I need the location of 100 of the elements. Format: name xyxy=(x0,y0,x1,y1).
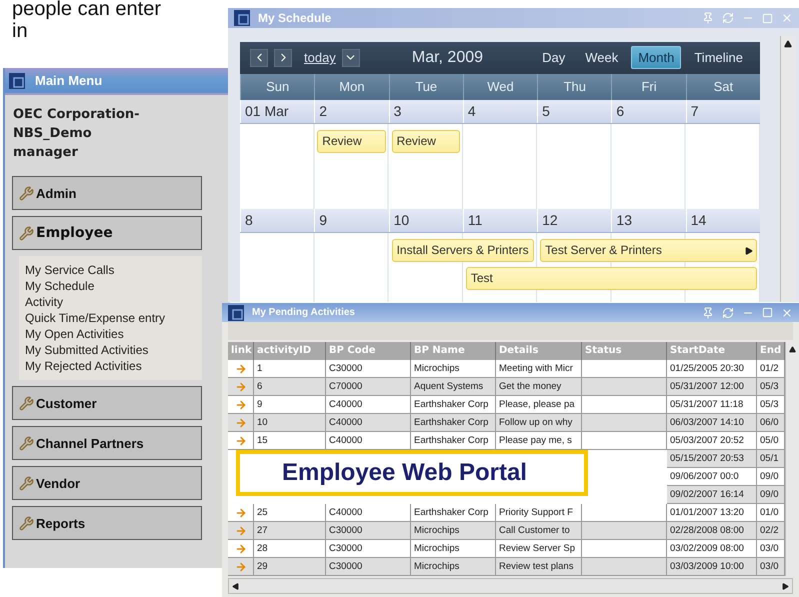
horizontal-scrollbar[interactable] xyxy=(228,578,793,594)
calendar-event[interactable]: Test Server & Printers xyxy=(540,238,757,262)
view-tab[interactable]: Week xyxy=(578,46,626,70)
day-number: 11 xyxy=(462,208,538,232)
logo-icon xyxy=(9,72,25,88)
view-tab[interactable]: Day xyxy=(535,46,572,70)
menu-section-button[interactable]: Reports xyxy=(12,506,202,540)
logo-icon xyxy=(234,10,250,26)
link-cell[interactable] xyxy=(228,504,254,522)
window-title: My Pending Activities xyxy=(252,307,356,318)
vertical-scrollbar[interactable] xyxy=(780,36,795,302)
pin-icon[interactable] xyxy=(702,12,714,24)
arrow-icon[interactable] xyxy=(234,362,246,374)
scroll-up-icon xyxy=(784,40,792,48)
menu-section-button[interactable]: Employee xyxy=(12,216,202,250)
day-number: 2 xyxy=(314,100,389,123)
table-cell: Please pay me, s xyxy=(496,432,582,450)
day-number: 4 xyxy=(462,100,538,123)
link-cell[interactable] xyxy=(228,432,254,450)
table-cell: C70000 xyxy=(326,378,411,396)
caption-text: people can enter xyxy=(12,0,162,20)
day-number: 01 Mar xyxy=(240,100,314,123)
arrow-icon[interactable] xyxy=(234,506,246,518)
menu-title: Main Menu xyxy=(35,73,102,88)
arrow-icon[interactable] xyxy=(234,416,246,428)
table-cell: 05/3 xyxy=(757,396,785,414)
account-text: manager xyxy=(13,144,79,162)
calendar-event[interactable]: Review xyxy=(317,130,386,153)
table-cell: Earthshaker Corp xyxy=(411,432,496,450)
refresh-icon[interactable] xyxy=(722,12,734,24)
table-cell: 15 xyxy=(254,432,326,450)
menu-section-button[interactable]: Channel Partners xyxy=(12,426,202,460)
table-cell: Please, please pa xyxy=(496,396,582,414)
day-number: 13 xyxy=(611,208,686,232)
table-cell: Meeting with Micr xyxy=(496,360,582,378)
submenu-item[interactable]: My Service Calls xyxy=(25,262,196,278)
dropdown-button[interactable] xyxy=(342,48,360,67)
submenu-item[interactable]: Quick Time/Expense entry xyxy=(25,310,196,326)
calendar-event[interactable]: Install Servers & Printers xyxy=(392,238,534,262)
maximize-icon[interactable] xyxy=(762,12,773,24)
table-cell: Microchips xyxy=(411,522,496,540)
arrow-icon[interactable] xyxy=(234,542,246,554)
table-cell: 03/0 xyxy=(757,558,785,576)
menu-section-button[interactable]: Admin xyxy=(12,176,202,210)
logo-icon xyxy=(228,304,244,320)
link-cell[interactable] xyxy=(228,558,254,576)
submenu-item[interactable]: Activity xyxy=(25,294,196,310)
table-cell: 09/0 xyxy=(757,468,785,486)
link-cell[interactable] xyxy=(228,522,254,540)
wrench-icon xyxy=(19,186,34,200)
link-cell[interactable] xyxy=(228,414,254,432)
calendar-event[interactable]: Test xyxy=(466,266,757,290)
today-link[interactable]: today xyxy=(304,50,336,66)
wrench-icon xyxy=(19,436,34,450)
table-cell: C40000 xyxy=(326,504,411,522)
table-cell: 05/31/2007 11:18 xyxy=(667,396,757,414)
table-cell: 09/02/2007 16:14 xyxy=(667,486,757,504)
link-cell[interactable] xyxy=(228,378,254,396)
submenu-item[interactable]: My Open Activities xyxy=(25,326,196,342)
view-tab[interactable]: Timeline xyxy=(687,46,750,70)
arrow-icon[interactable] xyxy=(234,398,246,410)
pin-icon[interactable] xyxy=(702,306,714,318)
arrow-icon[interactable] xyxy=(234,380,246,392)
table-cell: 03/03/2009 10:00 xyxy=(667,558,757,576)
table-cell: 03/02/2009 08:00 xyxy=(667,540,757,558)
table-cell: Review test plans xyxy=(496,558,582,576)
menu-section-button[interactable]: Customer xyxy=(12,386,202,420)
table-cell: 27 xyxy=(254,522,326,540)
day-number: 8 xyxy=(240,208,314,232)
more-arrow-icon[interactable] xyxy=(745,246,753,255)
submenu-item[interactable]: My Submitted Activities xyxy=(25,342,196,358)
table-cell: C40000 xyxy=(326,414,411,432)
link-cell[interactable] xyxy=(228,540,254,558)
previous-button[interactable] xyxy=(250,48,268,67)
table-cell: 01/2 xyxy=(757,360,785,378)
link-cell[interactable] xyxy=(228,360,254,378)
arrow-icon[interactable] xyxy=(234,434,246,446)
scroll-up-icon xyxy=(789,346,796,353)
table-cell: 05/3 xyxy=(757,378,785,396)
view-tab[interactable]: Month xyxy=(631,46,682,70)
link-cell[interactable] xyxy=(228,396,254,414)
next-button[interactable] xyxy=(274,48,292,67)
maximize-icon[interactable] xyxy=(762,307,773,318)
table-cell: Earthshaker Corp xyxy=(411,504,496,522)
day-number: 7 xyxy=(686,100,760,123)
submenu-item[interactable]: My Rejected Activities xyxy=(25,358,196,374)
refresh-icon[interactable] xyxy=(722,306,734,318)
wrench-icon xyxy=(19,516,34,530)
menu-section-button[interactable]: Vendor xyxy=(12,466,202,500)
table-cell: Priority Support F xyxy=(496,504,582,522)
arrow-icon[interactable] xyxy=(234,524,246,536)
submenu-item[interactable]: My Schedule xyxy=(25,278,196,294)
arrow-icon[interactable] xyxy=(234,560,246,572)
table-cell: 6 xyxy=(254,378,326,396)
vertical-scrollbar[interactable] xyxy=(785,342,799,576)
calendar-period: Mar, 2009 xyxy=(410,48,484,67)
close-icon[interactable] xyxy=(781,12,793,24)
close-icon[interactable] xyxy=(781,306,793,318)
calendar-event[interactable]: Review xyxy=(392,130,460,153)
table-cell: 09/06/2007 00:0 xyxy=(667,468,757,486)
